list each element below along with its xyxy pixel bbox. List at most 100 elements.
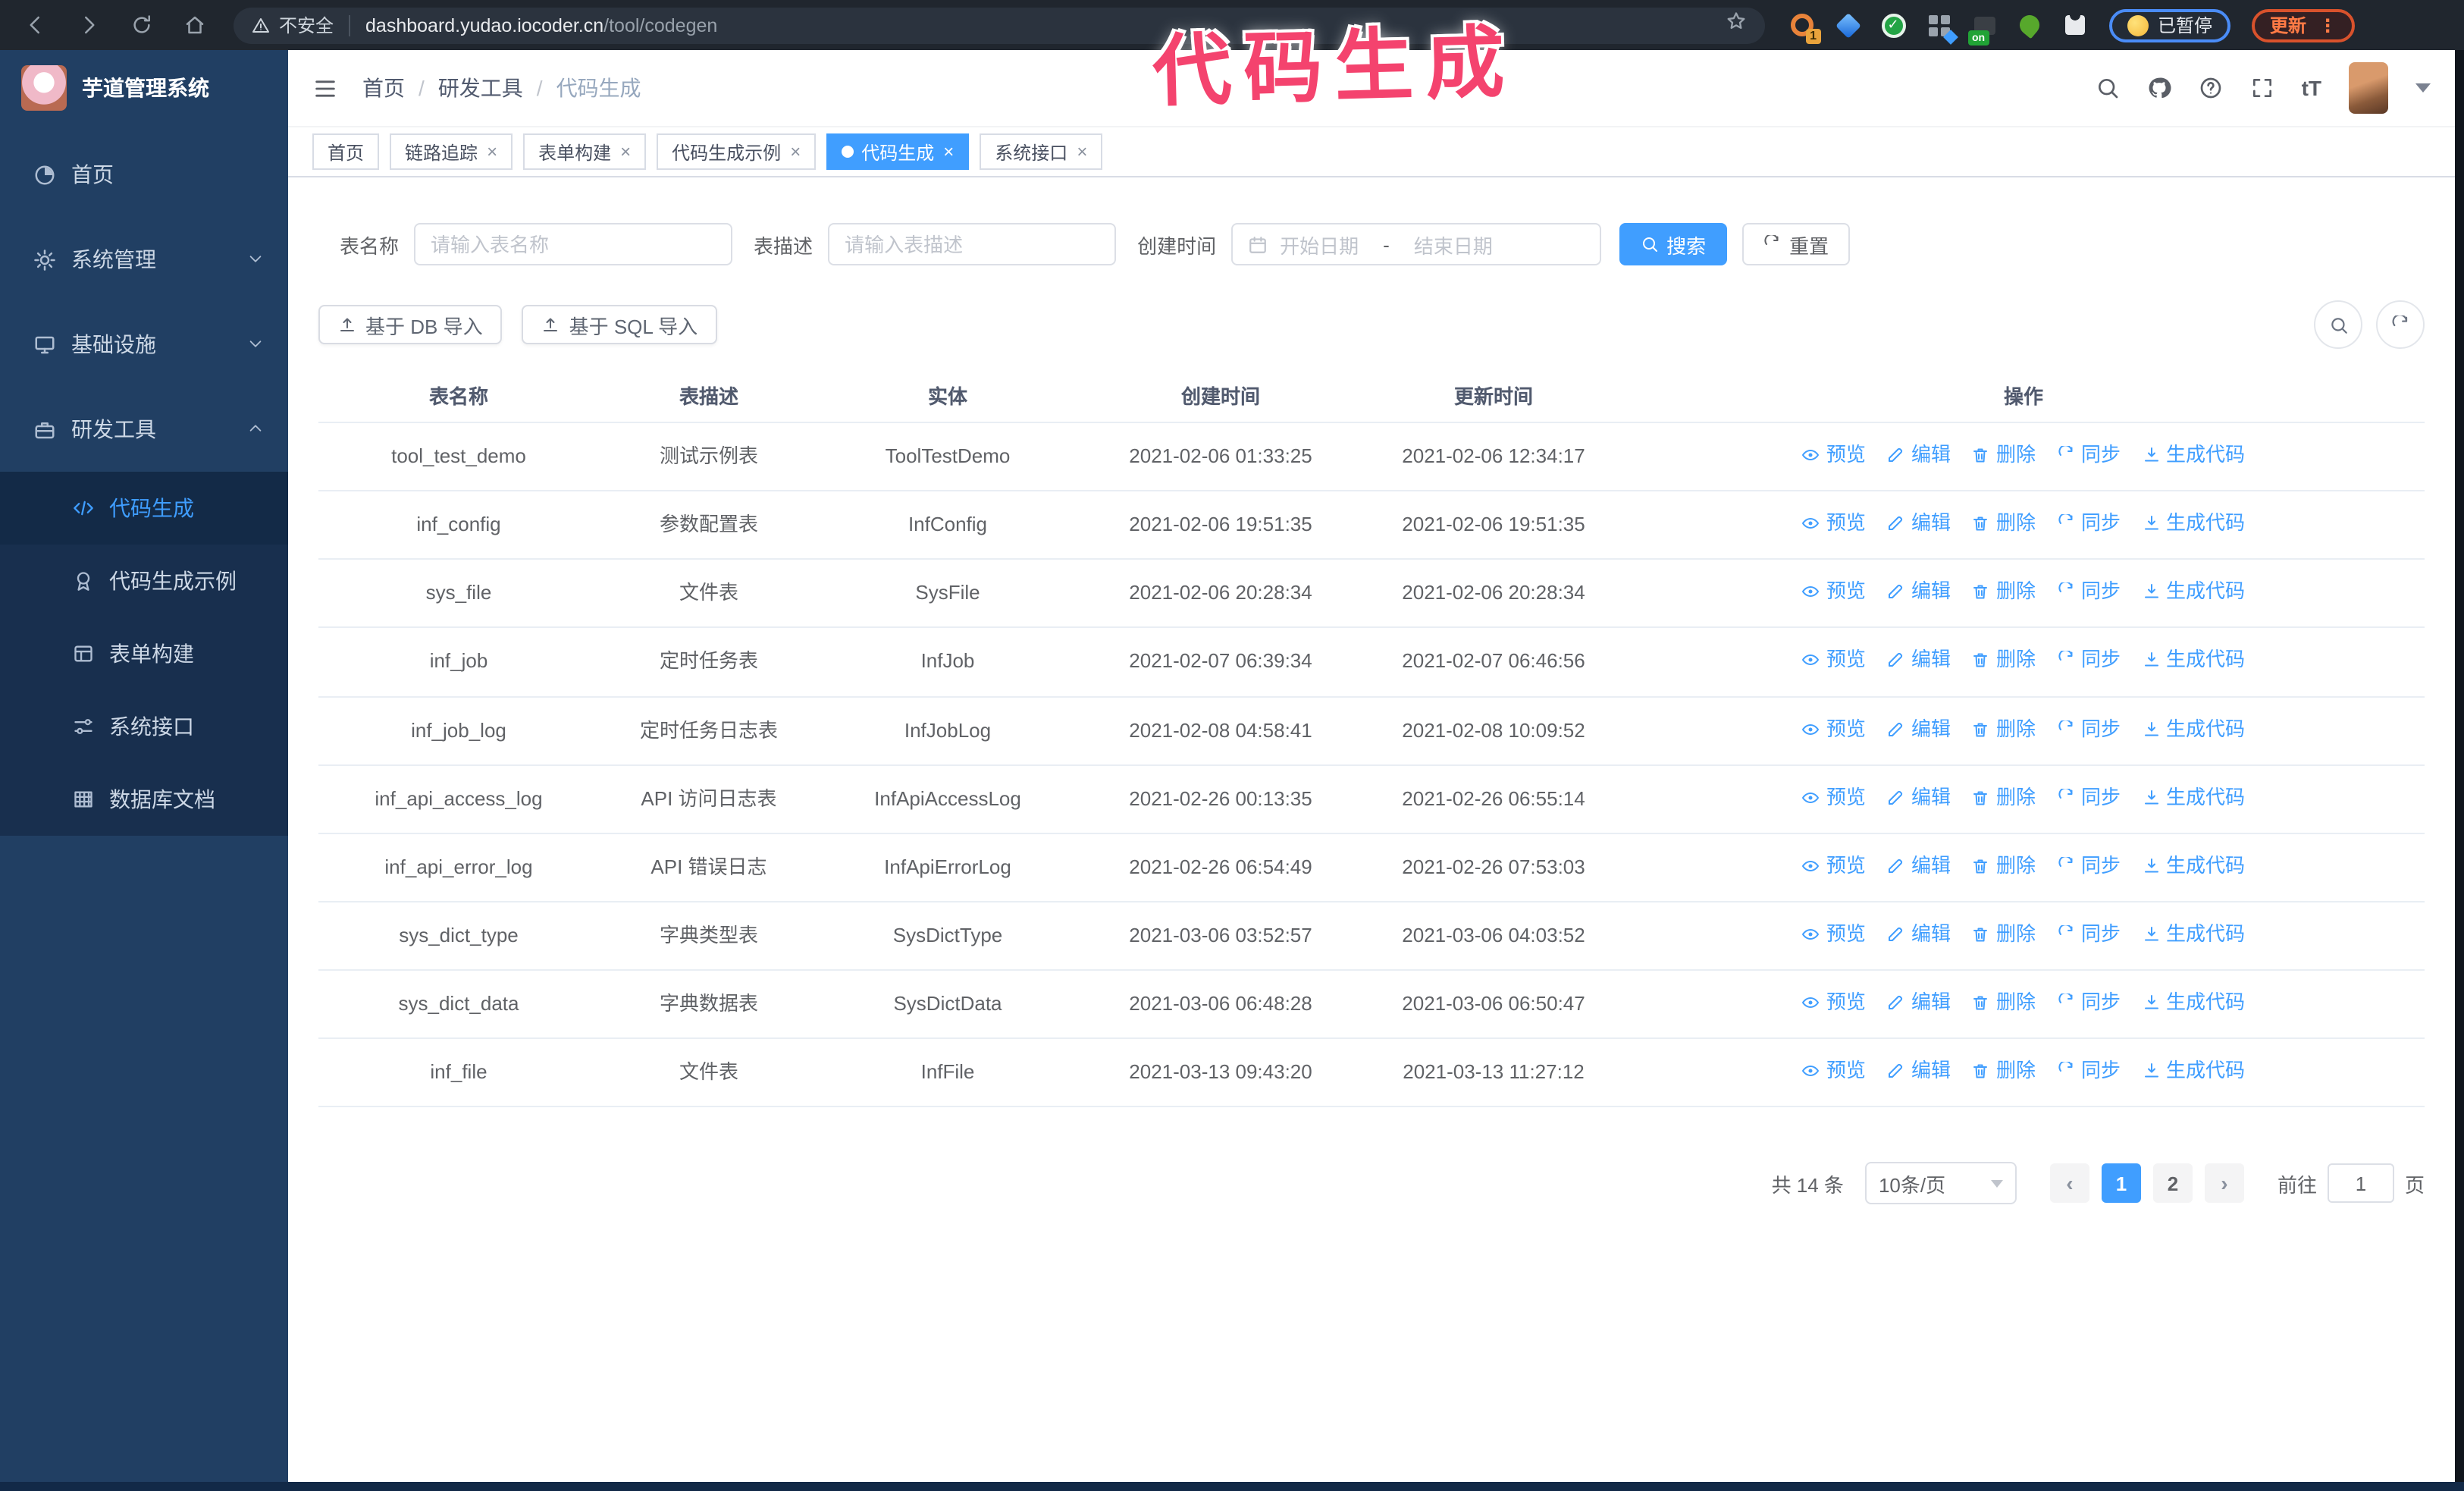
extensions-puzzle-icon[interactable] <box>2062 12 2088 38</box>
extension-orange-icon[interactable]: 1 <box>1789 12 1821 44</box>
browser-forward-icon[interactable] <box>68 5 108 45</box>
bookmark-star-icon[interactable] <box>1726 11 1747 39</box>
browser-reload-icon[interactable] <box>121 5 161 45</box>
edit-link[interactable]: 编辑 <box>1887 712 1951 746</box>
end-date-placeholder[interactable]: 结束日期 <box>1414 230 1493 259</box>
edit-link[interactable]: 编辑 <box>1887 1055 1951 1088</box>
toggle-search-button[interactable] <box>2314 300 2362 349</box>
generate-code-link[interactable]: 生成代码 <box>2142 849 2245 883</box>
page-2-button[interactable]: 2 <box>2152 1163 2193 1204</box>
preview-link[interactable]: 预览 <box>1802 576 1866 609</box>
sync-link[interactable]: 同步 <box>2057 849 2121 883</box>
delete-link[interactable]: 删除 <box>1972 780 2036 814</box>
sidebar-item-devtools[interactable]: 研发工具 <box>0 387 288 472</box>
edit-link[interactable]: 编辑 <box>1887 918 1951 951</box>
github-icon[interactable] <box>2147 76 2171 100</box>
header-search-icon[interactable] <box>2096 76 2120 100</box>
edit-link[interactable]: 编辑 <box>1887 576 1951 609</box>
edit-link[interactable]: 编辑 <box>1887 644 1951 677</box>
page-1-button[interactable]: 1 <box>2101 1163 2141 1204</box>
preview-link[interactable]: 预览 <box>1802 918 1866 951</box>
delete-link[interactable]: 删除 <box>1972 1055 2036 1088</box>
extension-plant-icon[interactable] <box>2015 11 2044 39</box>
help-icon[interactable] <box>2199 76 2223 100</box>
generate-code-link[interactable]: 生成代码 <box>2142 918 2245 951</box>
sidebar-logo[interactable]: 芋道管理系统 <box>0 50 288 126</box>
delete-link[interactable]: 删除 <box>1972 986 2036 1019</box>
close-icon[interactable]: × <box>487 143 497 161</box>
edit-link[interactable]: 编辑 <box>1887 780 1951 814</box>
close-icon[interactable]: × <box>620 143 631 161</box>
extension-gem-icon[interactable] <box>1835 12 1861 38</box>
generate-code-link[interactable]: 生成代码 <box>2142 644 2245 677</box>
goto-page-input[interactable] <box>2327 1163 2394 1204</box>
close-icon[interactable]: × <box>1077 143 1087 161</box>
table-desc-input[interactable] <box>828 223 1117 265</box>
breadcrumb-devtools[interactable]: 研发工具 <box>438 73 523 103</box>
generate-code-link[interactable]: 生成代码 <box>2142 576 2245 609</box>
delete-link[interactable]: 删除 <box>1972 507 2036 540</box>
refresh-table-button[interactable] <box>2376 300 2425 349</box>
extension-on-icon[interactable]: on <box>1968 12 1997 46</box>
preview-link[interactable]: 预览 <box>1802 849 1866 883</box>
sidebar-item-system-api[interactable]: 系统接口 <box>0 690 288 763</box>
import-db-button[interactable]: 基于 DB 导入 <box>318 305 503 344</box>
next-page-button[interactable]: › <box>2204 1163 2244 1204</box>
security-chip[interactable]: 不安全 <box>252 12 334 38</box>
browser-home-icon[interactable] <box>174 5 214 45</box>
preview-link[interactable]: 预览 <box>1802 986 1866 1019</box>
generate-code-link[interactable]: 生成代码 <box>2142 1055 2245 1088</box>
delete-link[interactable]: 删除 <box>1972 576 2036 609</box>
close-icon[interactable]: × <box>790 143 801 161</box>
sync-link[interactable]: 同步 <box>2057 712 2121 746</box>
start-date-placeholder[interactable]: 开始日期 <box>1280 230 1359 259</box>
sync-link[interactable]: 同步 <box>2057 576 2121 609</box>
preview-link[interactable]: 预览 <box>1802 507 1866 540</box>
generate-code-link[interactable]: 生成代码 <box>2142 438 2245 472</box>
delete-link[interactable]: 删除 <box>1972 438 2036 472</box>
table-name-input[interactable] <box>414 223 733 265</box>
sync-link[interactable]: 同步 <box>2057 438 2121 472</box>
sidebar-item-db-doc[interactable]: 数据库文档 <box>0 763 288 836</box>
edit-link[interactable]: 编辑 <box>1887 849 1951 883</box>
sidebar-item-home[interactable]: 首页 <box>0 132 288 217</box>
preview-link[interactable]: 预览 <box>1802 644 1866 677</box>
extension-check-icon[interactable]: ✓ <box>1880 12 1906 38</box>
sync-link[interactable]: 同步 <box>2057 507 2121 540</box>
tag-home[interactable]: 首页 <box>312 133 380 170</box>
profile-paused-chip[interactable]: 已暂停 <box>2109 8 2231 42</box>
page-size-select[interactable]: 10条/页 <box>1864 1162 2017 1205</box>
preview-link[interactable]: 预览 <box>1802 1055 1866 1088</box>
generate-code-link[interactable]: 生成代码 <box>2142 986 2245 1019</box>
delete-link[interactable]: 删除 <box>1972 918 2036 951</box>
sidebar-item-infra[interactable]: 基础设施 <box>0 302 288 387</box>
sidebar-item-codegen-example[interactable]: 代码生成示例 <box>0 545 288 617</box>
tag-codegen-example[interactable]: 代码生成示例 × <box>657 133 817 170</box>
browser-menu-icon[interactable]: ⋮ <box>2318 14 2337 36</box>
preview-link[interactable]: 预览 <box>1802 438 1866 472</box>
close-icon[interactable]: × <box>943 143 954 161</box>
sync-link[interactable]: 同步 <box>2057 986 2121 1019</box>
edit-link[interactable]: 编辑 <box>1887 507 1951 540</box>
generate-code-link[interactable]: 生成代码 <box>2142 712 2245 746</box>
sync-link[interactable]: 同步 <box>2057 644 2121 677</box>
delete-link[interactable]: 删除 <box>1972 849 2036 883</box>
generate-code-link[interactable]: 生成代码 <box>2142 507 2245 540</box>
import-sql-button[interactable]: 基于 SQL 导入 <box>522 305 718 344</box>
browser-scrollbar[interactable] <box>2455 50 2464 1491</box>
search-button[interactable]: 搜索 <box>1619 223 1728 265</box>
reset-button[interactable]: 重置 <box>1742 223 1851 265</box>
edit-link[interactable]: 编辑 <box>1887 986 1951 1019</box>
extension-grid-icon[interactable] <box>1926 12 1958 45</box>
generate-code-link[interactable]: 生成代码 <box>2142 780 2245 814</box>
address-bar[interactable]: 不安全 dashboard.yudao.iocoder.cn/tool/code… <box>234 7 1765 43</box>
sync-link[interactable]: 同步 <box>2057 1055 2121 1088</box>
tag-codegen[interactable]: 代码生成 × <box>826 133 970 170</box>
browser-update-button[interactable]: 更新 ⋮ <box>2252 8 2356 42</box>
tag-system-api[interactable]: 系统接口 × <box>980 133 1103 170</box>
font-size-icon[interactable]: tT <box>2302 76 2321 100</box>
preview-link[interactable]: 预览 <box>1802 780 1866 814</box>
sidebar-item-system[interactable]: 系统管理 <box>0 217 288 302</box>
edit-link[interactable]: 编辑 <box>1887 438 1951 472</box>
sidebar-collapse-icon[interactable] <box>312 75 338 101</box>
